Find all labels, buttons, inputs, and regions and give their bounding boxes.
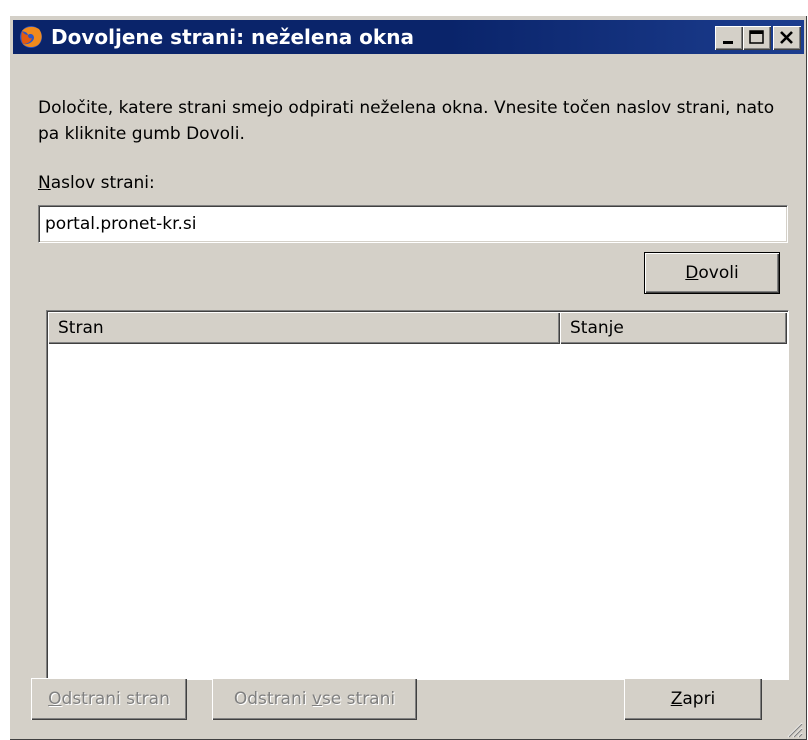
remove-site-label: Odstrani stran xyxy=(31,678,187,720)
remove-site-access-key: O xyxy=(48,689,62,709)
address-input[interactable] xyxy=(45,212,775,236)
allow-access-key: D xyxy=(685,263,699,283)
close-dialog-button[interactable]: Zapri xyxy=(624,678,762,720)
maximize-icon xyxy=(749,30,764,44)
close-button[interactable] xyxy=(773,26,801,50)
remove-all-sites-button[interactable]: Odstrani vse strani xyxy=(212,678,417,720)
firefox-icon xyxy=(20,26,42,48)
close-icon xyxy=(780,31,793,44)
column-header-site[interactable]: Stran xyxy=(48,312,560,344)
title-bar[interactable]: Dovoljene strani: neželena okna xyxy=(13,20,804,54)
close-access-key: Z xyxy=(670,689,683,709)
remove-site-button[interactable]: Odstrani stran xyxy=(31,678,187,720)
remove-all-access-key: v xyxy=(311,689,322,709)
allow-button-label: Dovoli xyxy=(645,253,779,293)
close-dialog-rest: apri xyxy=(682,689,716,709)
allowed-sites-dialog: Dovoljene strani: neželena okna Določite… xyxy=(9,15,807,740)
resize-grip-icon[interactable] xyxy=(785,720,803,738)
minimize-button[interactable] xyxy=(715,26,743,50)
allow-button-rest: ovoli xyxy=(698,263,739,283)
remove-all-part1: Odstrani xyxy=(233,689,312,709)
window-title: Dovoljene strani: neželena okna xyxy=(51,25,414,49)
address-field[interactable] xyxy=(38,205,788,243)
remove-site-rest: dstrani stran xyxy=(61,689,170,709)
address-label-access-key: N xyxy=(38,173,51,193)
column-header-status[interactable]: Stanje xyxy=(560,312,787,344)
sites-list[interactable]: Stran Stanje xyxy=(46,310,789,680)
dialog-description: Določite, katere strani smejo odpirati n… xyxy=(38,98,775,144)
remove-all-label: Odstrani vse strani xyxy=(212,678,417,720)
minimize-icon xyxy=(723,41,733,44)
allow-button[interactable]: Dovoli xyxy=(644,252,780,294)
address-label: Naslov strani: xyxy=(38,173,155,193)
close-dialog-label: Zapri xyxy=(624,678,762,720)
address-label-rest: aslov strani: xyxy=(50,173,155,193)
maximize-button[interactable] xyxy=(743,26,771,50)
remove-all-part2: se strani xyxy=(321,689,396,709)
